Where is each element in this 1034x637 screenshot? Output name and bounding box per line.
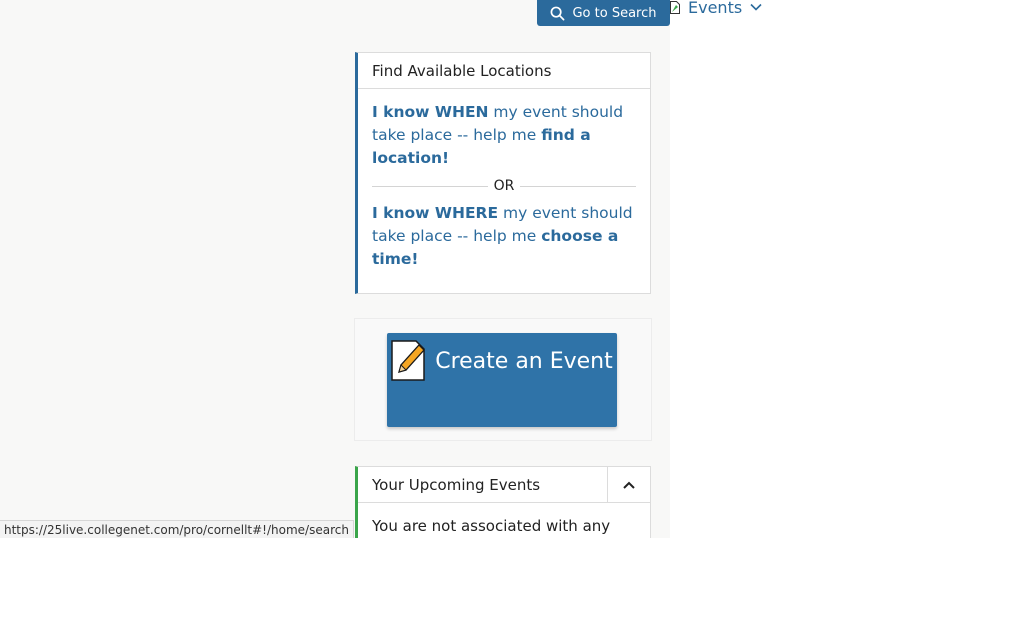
app-viewport: Go to Search Find Available Locations I … <box>0 0 670 538</box>
go-to-search-label: Go to Search <box>572 5 657 21</box>
upcoming-events-header: Your Upcoming Events <box>358 467 650 503</box>
collapse-button[interactable] <box>607 467 650 502</box>
create-event-label: Create an Event <box>435 349 613 374</box>
events-menu[interactable]: Events <box>670 0 762 18</box>
chevron-up-icon <box>623 481 635 489</box>
events-label: Events <box>688 0 743 17</box>
find-locations-title: Find Available Locations <box>358 53 650 89</box>
notepad-pencil-icon <box>391 340 426 381</box>
status-bar-url: https://25live.collegenet.com/pro/cornel… <box>0 520 354 538</box>
create-event-button[interactable]: Create an Event <box>387 333 617 427</box>
chevron-down-icon <box>750 3 762 11</box>
upcoming-events-card: Your Upcoming Events You are not associa… <box>355 466 651 538</box>
where-bold: I know WHERE <box>372 204 499 222</box>
choose-time-link[interactable]: I know WHERE my event should take place … <box>358 202 650 271</box>
search-icon <box>551 6 565 20</box>
divider-line-right <box>520 185 636 187</box>
find-locations-card: Find Available Locations I know WHEN my … <box>355 52 651 294</box>
go-to-search-button[interactable]: Go to Search <box>537 0 670 26</box>
find-location-link[interactable]: I know WHEN my event should take place -… <box>358 101 650 170</box>
document-icon <box>670 0 680 14</box>
or-label: OR <box>493 178 515 194</box>
or-divider: OR <box>372 178 636 194</box>
create-event-panel: Create an Event <box>354 318 652 441</box>
divider-line-left <box>372 185 488 187</box>
when-bold: I know WHEN <box>372 103 489 121</box>
upcoming-empty-message: You are not associated with any <box>372 517 611 535</box>
upcoming-events-title: Your Upcoming Events <box>372 475 541 494</box>
